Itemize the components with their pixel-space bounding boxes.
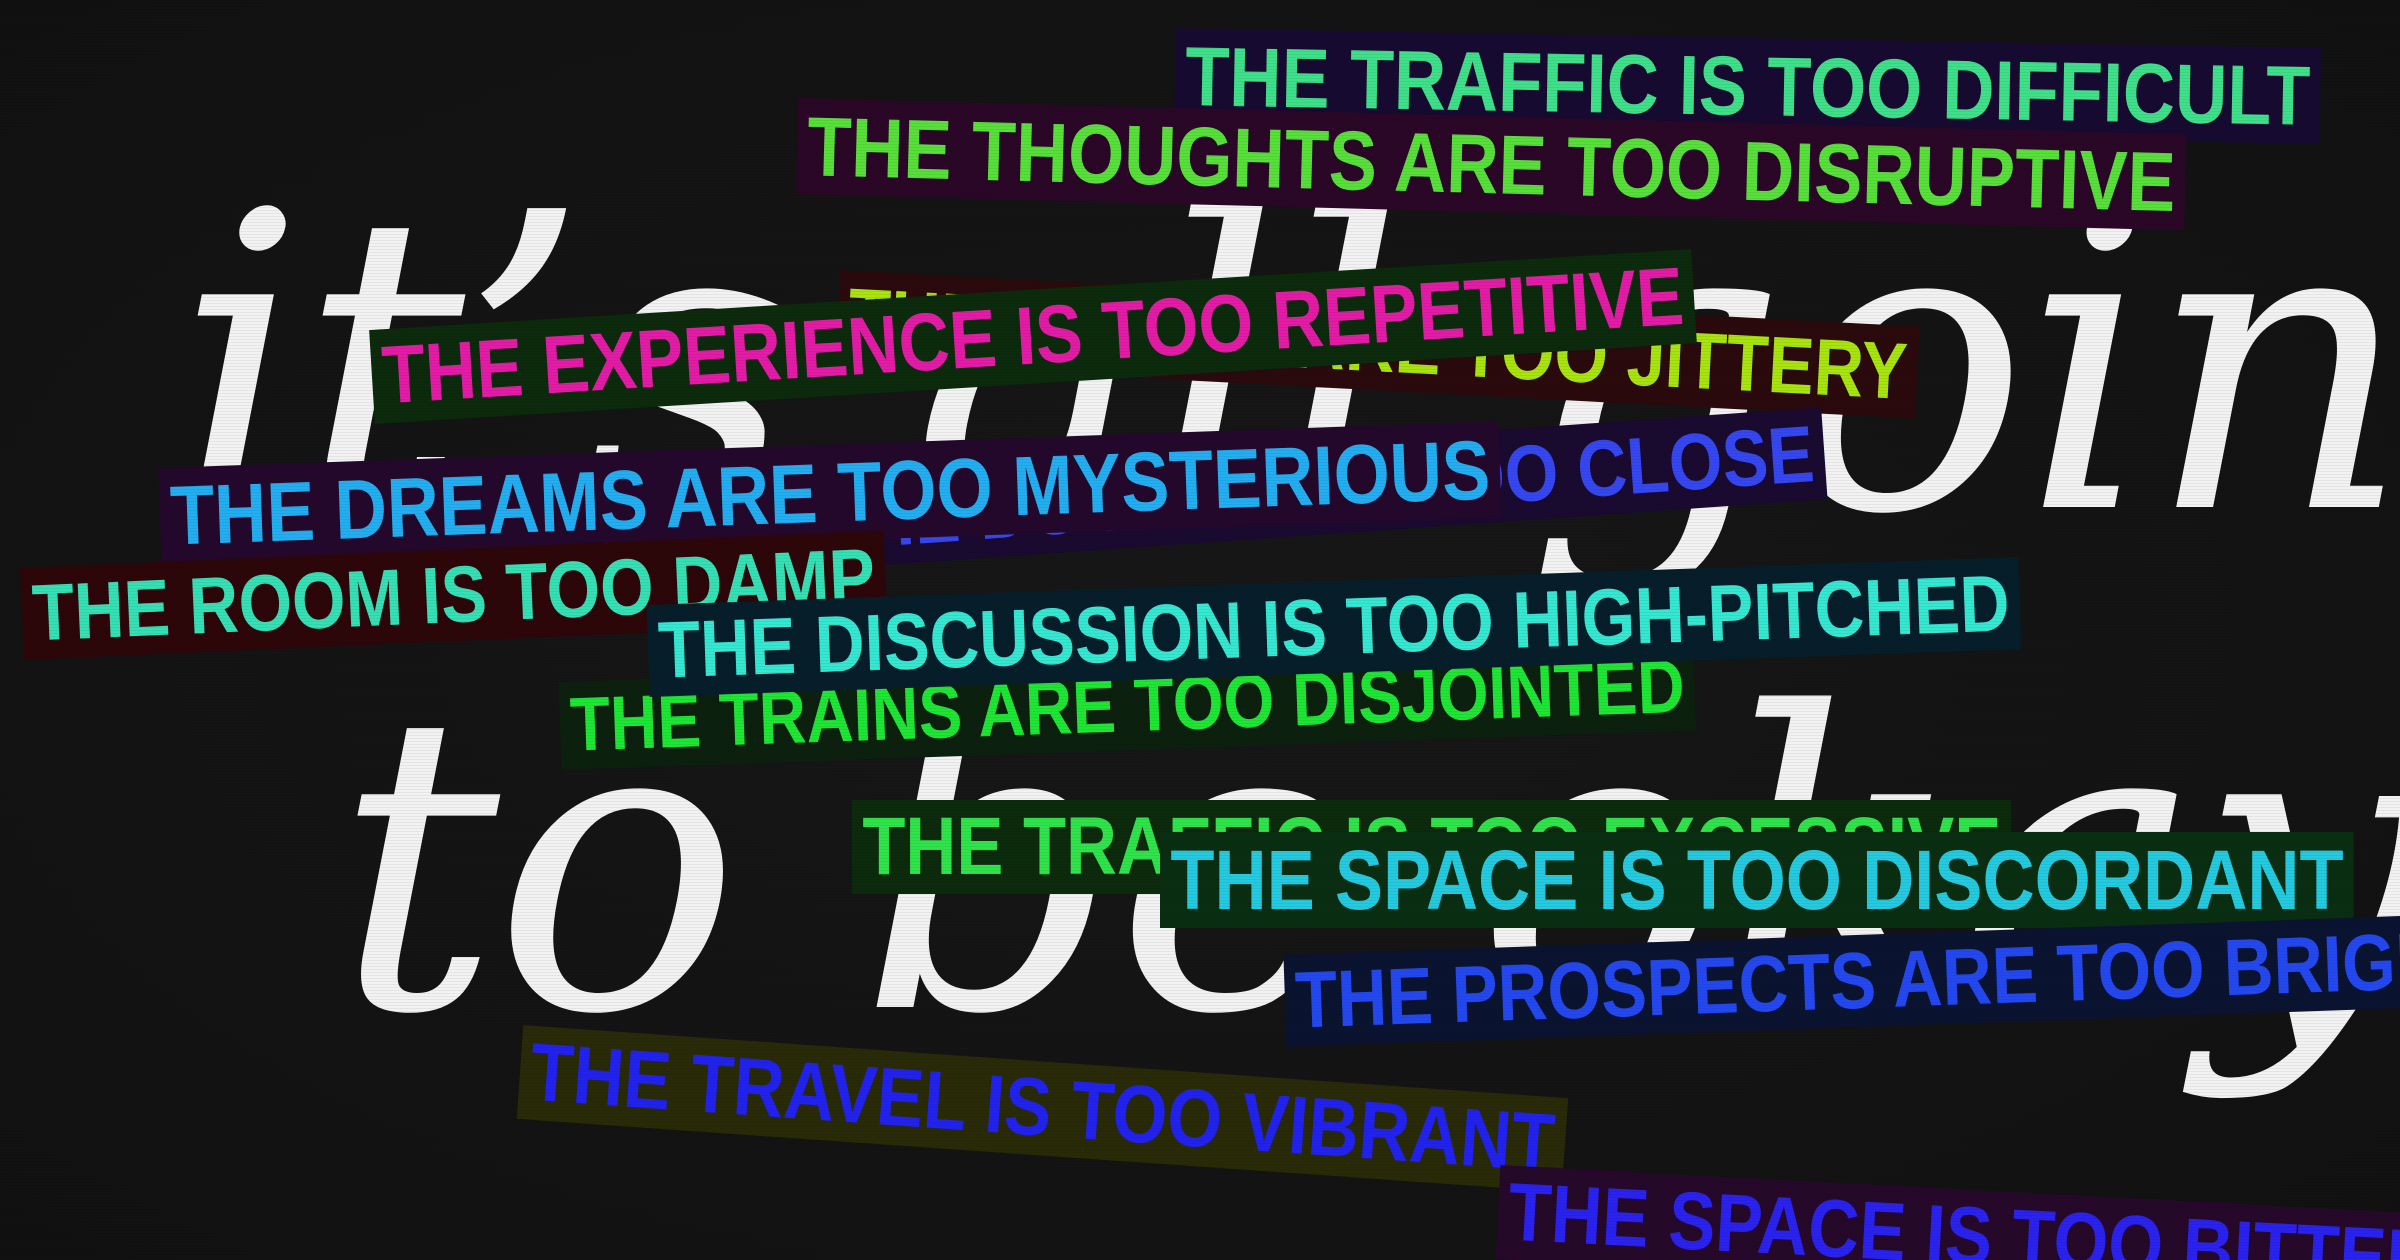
- phrase-space-discordant: THE SPACE IS TOO DISCORDANT: [1160, 832, 2354, 928]
- poster-canvas: it’s all going to be okay THE EVENTS ARE…: [0, 0, 2400, 1260]
- phrase-space-bitter: THE SPACE IS TOO BITTER: [1495, 1165, 2400, 1260]
